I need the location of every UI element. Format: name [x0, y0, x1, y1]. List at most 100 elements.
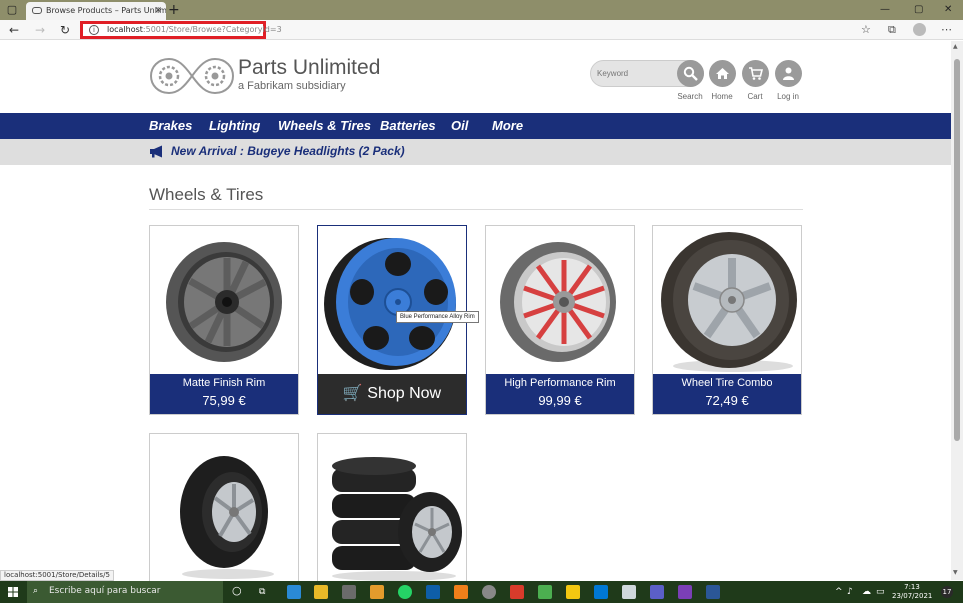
vmware-app-icon[interactable] [426, 585, 440, 599]
address-field[interactable]: i localhost:5001/Store/Browse?CategoryId… [80, 21, 282, 39]
announcement-bar: New Arrival : Bugeye Headlights (2 Pack) [0, 139, 951, 165]
store-app-icon[interactable] [342, 585, 356, 599]
file-explorer-app-icon[interactable] [314, 585, 328, 599]
product-caption: High Performance Rim 99,99 € [486, 374, 634, 414]
browser-tab[interactable]: Browse Products – Parts Unlimited ✕ [26, 2, 166, 20]
login-label: Log in [777, 92, 799, 101]
brand-name[interactable]: Parts Unlimited [238, 56, 380, 80]
product-tooltip: Blue Performance Alloy Rim [396, 311, 479, 323]
search-icon: ⌕ [33, 586, 39, 596]
scroll-down-icon[interactable]: ▼ [953, 569, 958, 576]
product-price: 75,99 € [202, 393, 246, 408]
search-input[interactable] [591, 61, 675, 86]
tab-actions-icon[interactable]: ▢ [5, 3, 19, 17]
terminal-app-icon[interactable] [538, 585, 552, 599]
cart-button[interactable] [742, 60, 769, 87]
product-card-matte-finish-rim[interactable]: Matte Finish Rim 75,99 € [149, 225, 299, 415]
clock-time: 7:13 [904, 583, 920, 591]
scrollbar-thumb[interactable] [954, 59, 960, 441]
cortana-icon[interactable]: ○ [232, 585, 242, 597]
nav-item-batteries[interactable]: Batteries [380, 118, 436, 133]
megaphone-icon [150, 145, 162, 158]
link-status-bar: localhost:5001/Store/Details/5 [0, 570, 114, 581]
product-image [166, 242, 282, 362]
more-options-icon[interactable]: ⋯ [941, 24, 952, 36]
nav-item-brakes[interactable]: Brakes [149, 118, 192, 133]
network-icon[interactable]: ☁ [862, 586, 871, 598]
keyboard-icon[interactable]: ▭ [876, 586, 885, 598]
product-image [324, 238, 456, 370]
product-name[interactable]: Matte Finish Rim [150, 377, 298, 389]
page-scrollbar[interactable]: ▲ ▼ [951, 41, 963, 580]
scroll-up-icon[interactable]: ▲ [953, 43, 958, 50]
search-button[interactable] [677, 60, 704, 87]
user-icon [783, 67, 794, 80]
whatsapp-app-icon[interactable] [398, 585, 412, 599]
visual-studio-app-icon[interactable] [678, 585, 692, 599]
cart-icon: 🛒 [342, 385, 363, 402]
forward-icon[interactable]: → [35, 21, 45, 39]
login-button[interactable] [775, 60, 802, 87]
word-app-icon[interactable] [706, 585, 720, 599]
collections-icon[interactable]: ⧉ [888, 24, 896, 36]
git-app-icon[interactable] [510, 585, 524, 599]
product-image [332, 457, 462, 581]
category-title: Wheels & Tires [149, 185, 264, 204]
product-image [180, 456, 274, 579]
volume-icon[interactable]: ♪ [847, 586, 853, 598]
nav-item-lighting[interactable]: Lighting [209, 118, 260, 133]
tab-close-icon[interactable]: ✕ [154, 2, 162, 20]
nav-item-oil[interactable]: Oil [451, 118, 468, 133]
site-info-icon[interactable]: i [89, 25, 99, 35]
task-view-icon[interactable]: ⧉ [259, 586, 265, 598]
minimize-icon[interactable]: — [880, 2, 890, 18]
nav-item-wheels-tires[interactable]: Wheels & Tires [278, 118, 371, 133]
tray-chevron-icon[interactable]: ^ [835, 586, 843, 598]
category-nav: Brakes Lighting Wheels & Tires Batteries… [0, 113, 951, 139]
product-caption: Wheel Tire Combo 72,49 € [653, 374, 801, 414]
product-card-tire-stack[interactable] [317, 433, 467, 583]
settings-app-icon[interactable] [482, 585, 496, 599]
product-price: 99,99 € [538, 393, 582, 408]
new-tab-icon[interactable]: + [168, 1, 180, 19]
category-divider [149, 209, 803, 210]
nav-item-more[interactable]: More [492, 118, 523, 133]
teams-app-icon[interactable] [650, 585, 664, 599]
notifications-badge[interactable]: 17 [941, 586, 953, 598]
address-bar-row: ← → ↻ i localhost:5001/Store/Browse?Cate… [0, 20, 963, 40]
home-icon [716, 68, 729, 79]
back-icon[interactable]: ← [9, 21, 19, 39]
add-favorite-icon[interactable]: ☆ [861, 24, 871, 36]
brand-subtitle: a Fabrikam subsidiary [238, 80, 346, 92]
edge-app-icon[interactable] [287, 585, 301, 599]
search-box [590, 60, 704, 87]
announcement-link[interactable]: New Arrival : Bugeye Headlights (2 Pack) [171, 144, 405, 158]
profile-avatar[interactable] [913, 23, 926, 36]
vscode-app-icon[interactable] [594, 585, 608, 599]
close-window-icon[interactable]: ✕ [944, 2, 952, 18]
media-app-icon[interactable] [370, 585, 384, 599]
product-image [500, 242, 616, 362]
window-app-icon[interactable] [622, 585, 636, 599]
maximize-icon[interactable]: ▢ [914, 2, 923, 18]
product-card-tire[interactable] [149, 433, 299, 583]
product-price: 72,49 € [705, 393, 749, 408]
taskbar-search[interactable]: ⌕ Escribe aquí para buscar [27, 581, 223, 603]
parts-unlimited-logo[interactable] [150, 57, 234, 95]
taskbar-clock[interactable]: 7:13 23/07/2021 [892, 583, 932, 601]
product-name[interactable]: High Performance Rim [486, 377, 634, 389]
shop-now-button[interactable]: 🛒 Shop Now [318, 374, 466, 414]
product-card-wheel-tire-combo[interactable]: Wheel Tire Combo 72,49 € [652, 225, 802, 415]
cart-icon [749, 67, 763, 80]
url-text: localhost:5001/Store/Browse?CategoryId=3 [107, 25, 282, 34]
notes-app-icon[interactable] [454, 585, 468, 599]
product-card-high-performance-rim[interactable]: High Performance Rim 99,99 € [485, 225, 635, 415]
tab-favicon-icon [32, 7, 42, 14]
powerbi-app-icon[interactable] [566, 585, 580, 599]
windows-start-icon[interactable] [8, 587, 18, 597]
home-button[interactable] [709, 60, 736, 87]
product-image [661, 232, 797, 372]
refresh-icon[interactable]: ↻ [60, 21, 70, 39]
product-name[interactable]: Wheel Tire Combo [653, 377, 801, 389]
shop-now-label: Shop Now [367, 385, 442, 402]
